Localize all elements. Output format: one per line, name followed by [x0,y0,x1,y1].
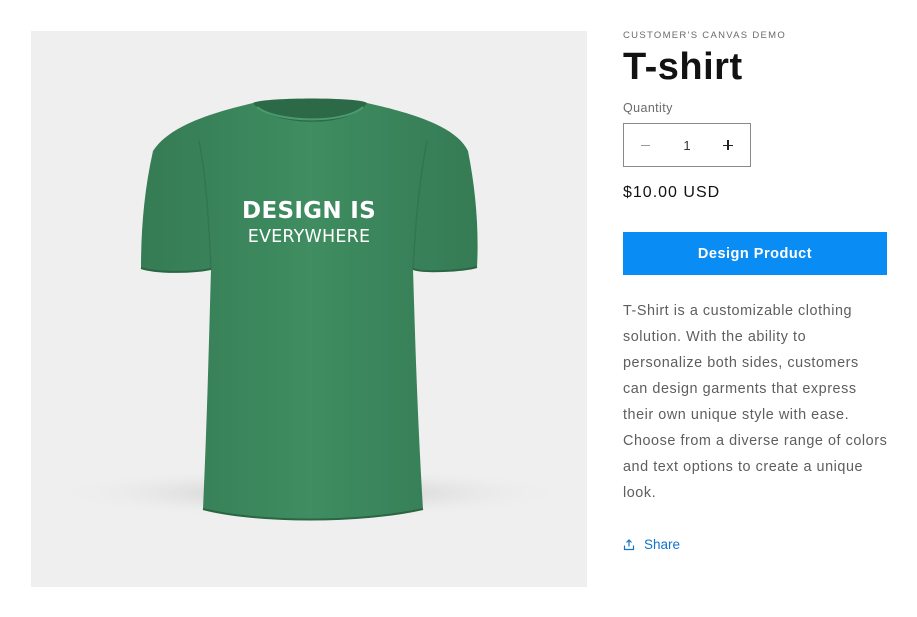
vendor-label: CUSTOMER'S CANVAS DEMO [623,30,787,41]
quantity-value[interactable]: 1 [683,138,690,153]
product-title: T-shirt [623,46,743,88]
product-price: $10.00 USD [623,184,721,201]
share-icon [623,538,635,550]
product-info: CUSTOMER'S CANVAS DEMO T-shirt Quantity … [623,30,888,552]
minus-icon[interactable] [638,137,654,153]
tshirt-illustration [51,98,571,521]
shirt-print-line2: EVERYWHERE [247,227,371,247]
shirt-print-line1: DESIGN IS [242,198,376,224]
product-description: T-Shirt is a customizable clothing solut… [623,303,888,501]
share-label[interactable]: Share [644,537,680,552]
quantity-stepper: 1 [623,123,751,167]
plus-icon[interactable] [720,137,736,153]
product-image[interactable]: DESIGN IS EVERYWHERE [31,31,587,587]
design-product-button[interactable]: Design Product [623,232,887,275]
quantity-label: Quantity [623,101,673,115]
share-button[interactable]: Share [623,537,888,552]
